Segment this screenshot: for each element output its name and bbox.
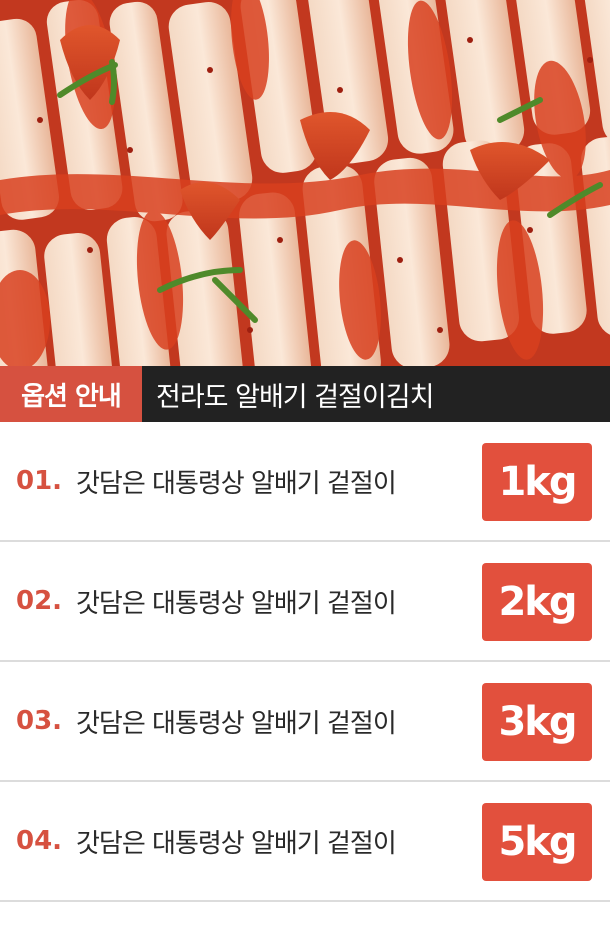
option-number: 03. <box>16 706 63 736</box>
option-label: 갓담은 대통령상 알배기 겉절이 <box>76 828 397 859</box>
option-guide-banner: 옵션 안내 전라도 알배기 겉절이김치 <box>0 366 610 422</box>
weight-badge: 3kg <box>482 683 592 761</box>
option-list: 01. 갓담은 대통령상 알배기 겉절이 1kg 02. 갓담은 대통령상 알배… <box>0 422 610 902</box>
option-item[interactable]: 01. 갓담은 대통령상 알배기 겉절이 1kg <box>0 422 610 542</box>
weight-badge: 5kg <box>482 803 592 881</box>
option-number: 04. <box>16 826 63 856</box>
option-number: 02. <box>16 586 63 616</box>
option-label: 갓담은 대통령상 알배기 겉절이 <box>76 468 397 499</box>
kimchi-illustration <box>0 0 610 366</box>
product-title: 전라도 알배기 겉절이김치 <box>156 381 434 413</box>
option-number: 01. <box>16 466 63 496</box>
option-item[interactable]: 03. 갓담은 대통령상 알배기 겉절이 3kg <box>0 662 610 782</box>
option-guide-label: 옵션 안내 <box>0 366 142 422</box>
weight-badge: 2kg <box>482 563 592 641</box>
kimchi-photo <box>0 0 610 366</box>
option-label: 갓담은 대통령상 알배기 겉절이 <box>76 708 397 739</box>
option-label: 갓담은 대통령상 알배기 겉절이 <box>76 588 397 619</box>
option-item[interactable]: 04. 갓담은 대통령상 알배기 겉절이 5kg <box>0 782 610 902</box>
weight-badge: 1kg <box>482 443 592 521</box>
option-item[interactable]: 02. 갓담은 대통령상 알배기 겉절이 2kg <box>0 542 610 662</box>
